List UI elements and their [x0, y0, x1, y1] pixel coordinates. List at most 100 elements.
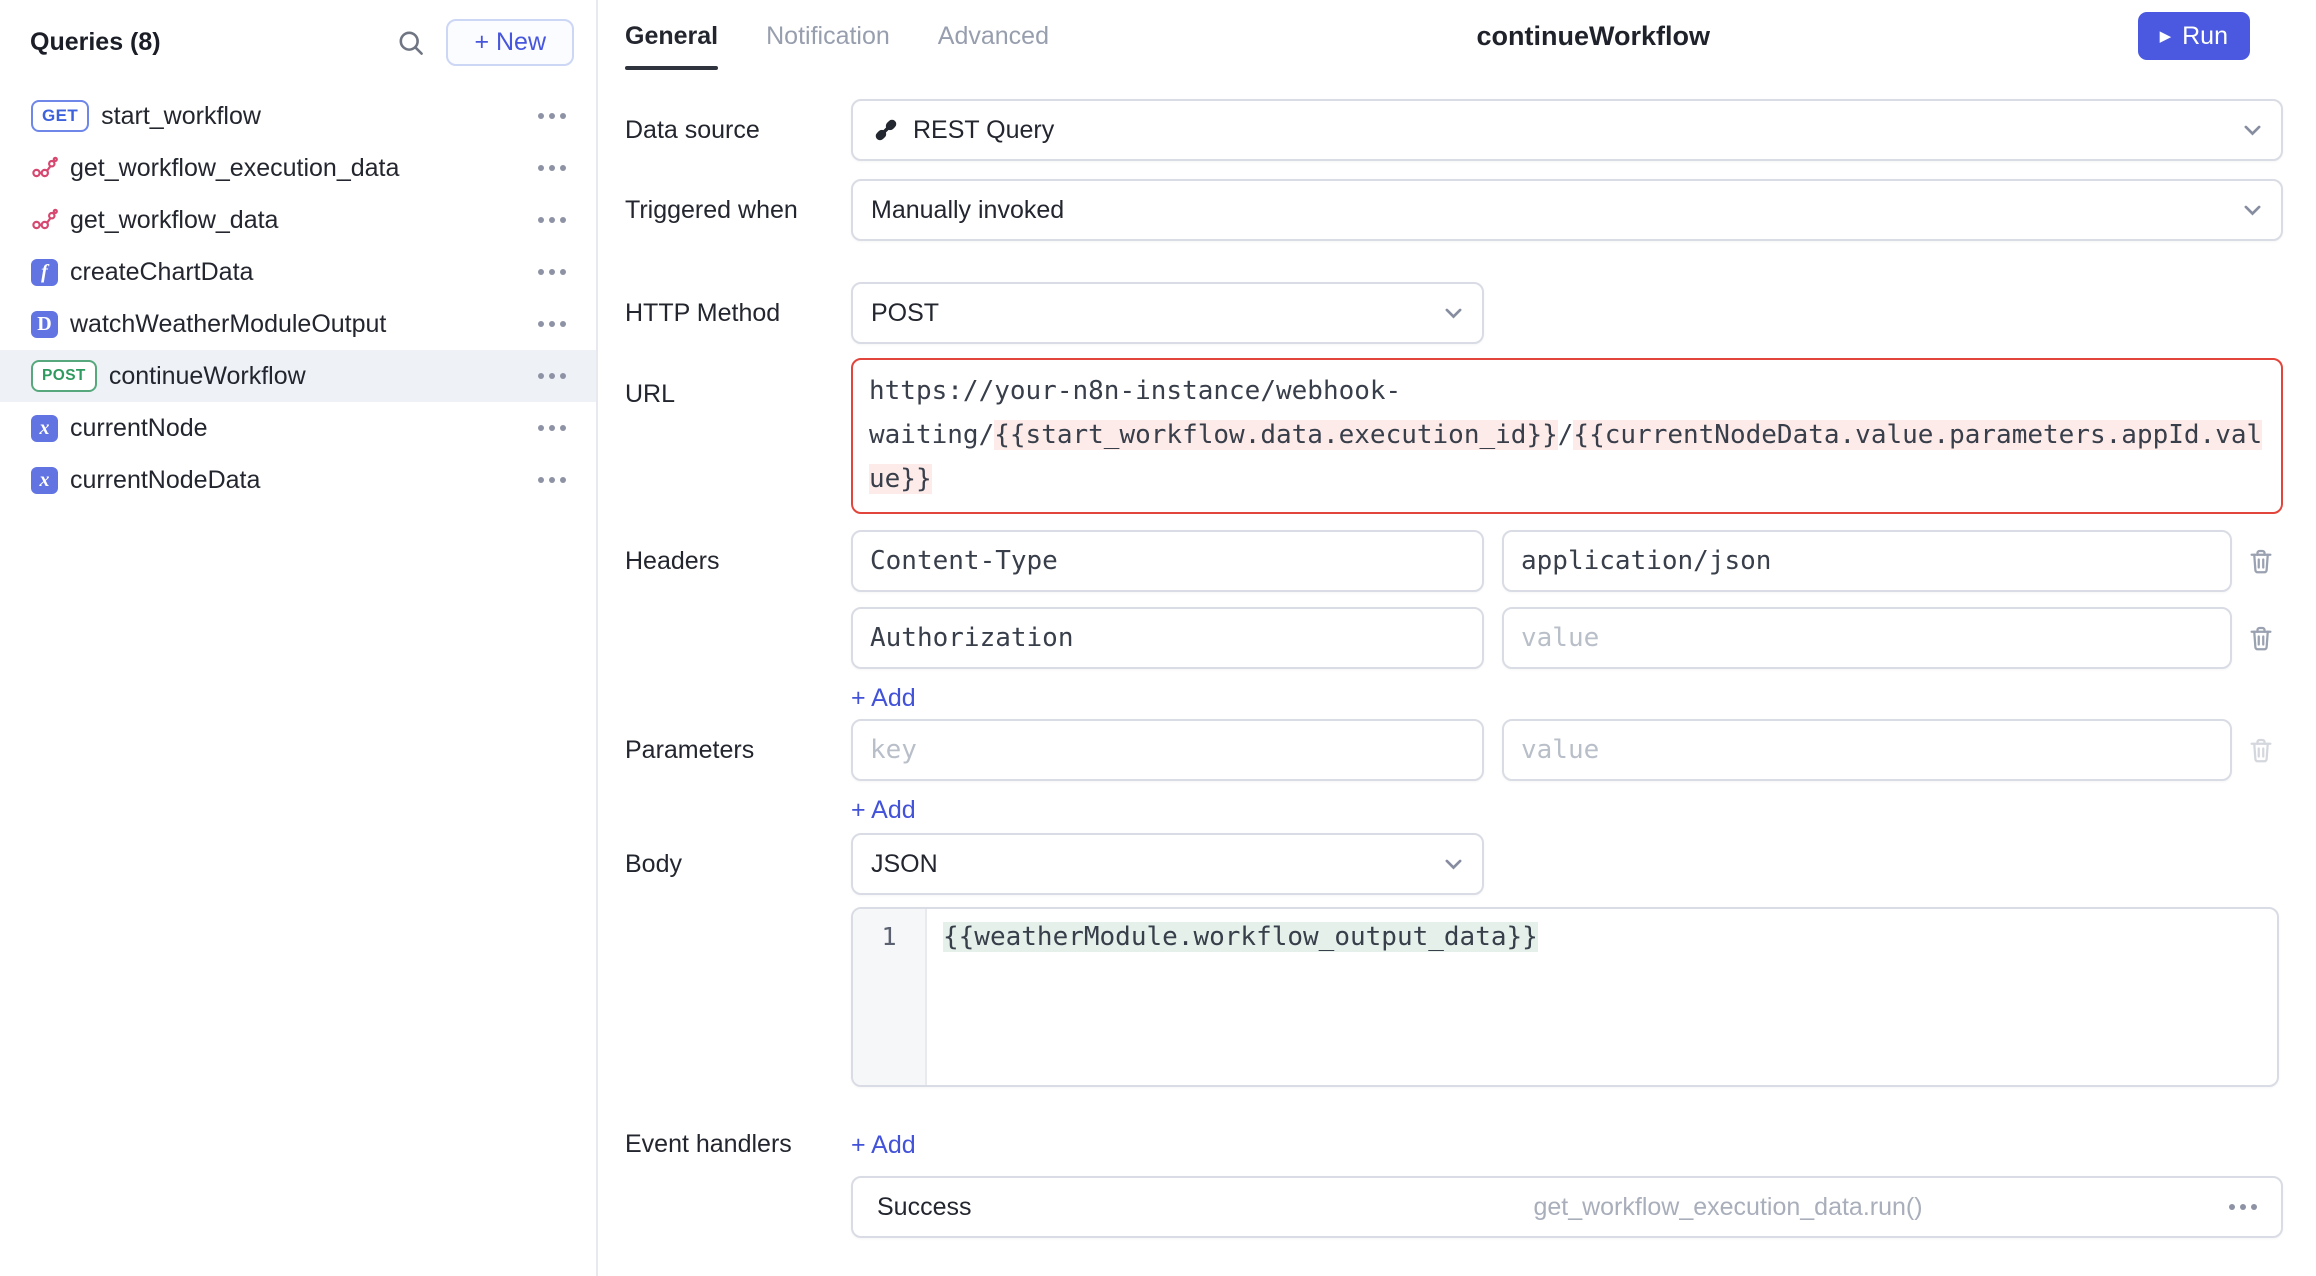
query-item-current-node-data[interactable]: x currentNodeData — [0, 454, 596, 506]
trash-icon[interactable] — [2246, 546, 2276, 576]
header-row — [851, 607, 2283, 669]
chevron-down-icon — [1439, 850, 1468, 879]
query-name: get_workflow_execution_data — [70, 154, 528, 183]
chevron-down-icon — [1439, 299, 1468, 328]
triggered-when-label: Triggered when — [625, 179, 851, 241]
query-name: watchWeatherModuleOutput — [70, 310, 528, 339]
parameters-label: Parameters — [625, 719, 851, 781]
workflow-graph-icon — [31, 207, 58, 234]
event-handler-action: get_workflow_execution_data.run() — [1237, 1193, 2219, 1222]
get-method-badge: GET — [31, 100, 89, 132]
trash-icon — [2246, 735, 2276, 765]
variable-icon: x — [31, 415, 58, 442]
triggered-when-value: Manually invoked — [871, 196, 1064, 225]
sidebar-header: Queries (8) + New — [0, 0, 596, 84]
query-title: continueWorkflow — [1049, 21, 2138, 52]
query-name: continueWorkflow — [109, 362, 528, 391]
data-source-label: Data source — [625, 99, 851, 161]
editor-topbar: General Notification Advanced continueWo… — [598, 0, 2316, 72]
new-query-button[interactable]: + New — [446, 19, 574, 66]
ellipsis-menu-icon[interactable] — [538, 269, 566, 275]
ellipsis-menu-icon[interactable] — [538, 217, 566, 223]
query-name: get_workflow_data — [70, 206, 528, 235]
add-parameter-button[interactable]: + Add — [851, 795, 916, 825]
ellipsis-menu-icon[interactable] — [538, 165, 566, 171]
ellipsis-menu-icon[interactable] — [2229, 1204, 2257, 1210]
query-list: GET start_workflow get_workflow_executio… — [0, 84, 596, 506]
http-method-label: HTTP Method — [625, 282, 851, 344]
http-method-value: POST — [871, 299, 939, 328]
query-item-get-workflow-execution-data[interactable]: get_workflow_execution_data — [0, 142, 596, 194]
headers-row: Headers — [625, 530, 2283, 715]
run-button-label: Run — [2182, 22, 2228, 51]
url-row: URL https://your-n8n-instance/webhook-wa… — [625, 358, 2283, 514]
query-item-continue-workflow-selected[interactable]: POST continueWorkflow — [0, 350, 596, 402]
query-form: Data source REST Quer — [598, 72, 2316, 1276]
event-handlers-label: Event handlers — [625, 1130, 851, 1238]
url-input[interactable]: https://your-n8n-instance/webhook-waitin… — [851, 358, 2283, 514]
data-watcher-icon: D — [31, 311, 58, 338]
variable-icon: x — [31, 467, 58, 494]
body-format-select[interactable]: JSON — [851, 833, 1484, 895]
run-button[interactable]: ▶ Run — [2138, 12, 2250, 60]
triggered-when-row: Triggered when Manually invoked — [625, 179, 2283, 241]
http-method-select[interactable]: POST — [851, 282, 1484, 344]
ellipsis-menu-icon[interactable] — [538, 321, 566, 327]
queries-sidebar: Queries (8) + New GET start_workflow — [0, 0, 598, 1276]
headers-label: Headers — [625, 530, 851, 592]
ellipsis-menu-icon[interactable] — [538, 477, 566, 483]
query-item-get-workflow-data[interactable]: get_workflow_data — [0, 194, 596, 246]
http-method-row: HTTP Method POST — [625, 282, 2283, 344]
post-method-badge: POST — [31, 360, 97, 392]
parameter-key-input[interactable] — [851, 719, 1484, 781]
app-window: Queries (8) + New GET start_workflow — [0, 0, 2316, 1276]
query-editor-panel: General Notification Advanced continueWo… — [598, 0, 2316, 1276]
tab-notification[interactable]: Notification — [766, 0, 890, 72]
rest-plug-icon — [871, 115, 901, 145]
parameters-row: Parameters + — [625, 719, 2283, 827]
url-segment: / — [1558, 420, 1574, 450]
data-source-select[interactable]: REST Query — [851, 99, 2283, 161]
tab-general[interactable]: General — [625, 0, 718, 72]
query-name: currentNodeData — [70, 466, 528, 495]
triggered-when-select[interactable]: Manually invoked — [851, 179, 2283, 241]
event-handlers-row: Event handlers + Add Success get_workflo… — [625, 1130, 2283, 1238]
event-handler-event: Success — [877, 1193, 1237, 1222]
workflow-graph-icon — [31, 155, 58, 182]
query-name: currentNode — [70, 414, 528, 443]
ellipsis-menu-icon[interactable] — [538, 425, 566, 431]
editor-tabs: General Notification Advanced — [625, 0, 1049, 72]
editor-line-number: 1 — [853, 909, 927, 1085]
body-row: Body JSON 1 {{weatherModule.workflow_out… — [625, 833, 2283, 1087]
editor-code-line[interactable]: {{weatherModule.workflow_output_data}} — [927, 909, 1554, 1085]
event-handler-item[interactable]: Success get_workflow_execution_data.run(… — [851, 1176, 2283, 1238]
code-template-token: {{weatherModule.workflow_output_data}} — [943, 922, 1538, 952]
queries-count-title: Queries (8) — [30, 28, 388, 57]
parameter-row — [851, 719, 2283, 781]
header-value-input[interactable] — [1502, 530, 2232, 592]
search-icon[interactable] — [388, 20, 432, 64]
trash-icon[interactable] — [2246, 623, 2276, 653]
query-item-create-chart-data[interactable]: f createChartData — [0, 246, 596, 298]
query-item-watch-weather-module-output[interactable]: D watchWeatherModuleOutput — [0, 298, 596, 350]
query-item-start-workflow[interactable]: GET start_workflow — [0, 90, 596, 142]
add-event-handler-button[interactable]: + Add — [851, 1130, 916, 1160]
chevron-down-icon — [2238, 196, 2267, 225]
data-source-value: REST Query — [913, 116, 1054, 145]
url-label: URL — [625, 358, 851, 514]
header-value-input[interactable] — [1502, 607, 2232, 669]
ellipsis-menu-icon[interactable] — [538, 373, 566, 379]
query-name: start_workflow — [101, 102, 528, 131]
header-key-input[interactable] — [851, 607, 1484, 669]
url-template-segment: {{start_workflow.data.execution_id}} — [994, 420, 1558, 450]
tab-advanced[interactable]: Advanced — [938, 0, 1049, 72]
add-header-button[interactable]: + Add — [851, 683, 916, 713]
body-format-value: JSON — [871, 850, 938, 879]
query-item-current-node[interactable]: x currentNode — [0, 402, 596, 454]
header-key-input[interactable] — [851, 530, 1484, 592]
body-code-editor[interactable]: 1 {{weatherModule.workflow_output_data}} — [851, 907, 2279, 1087]
ellipsis-menu-icon[interactable] — [538, 113, 566, 119]
parameter-value-input[interactable] — [1502, 719, 2232, 781]
header-row — [851, 530, 2283, 592]
query-name: createChartData — [70, 258, 528, 287]
